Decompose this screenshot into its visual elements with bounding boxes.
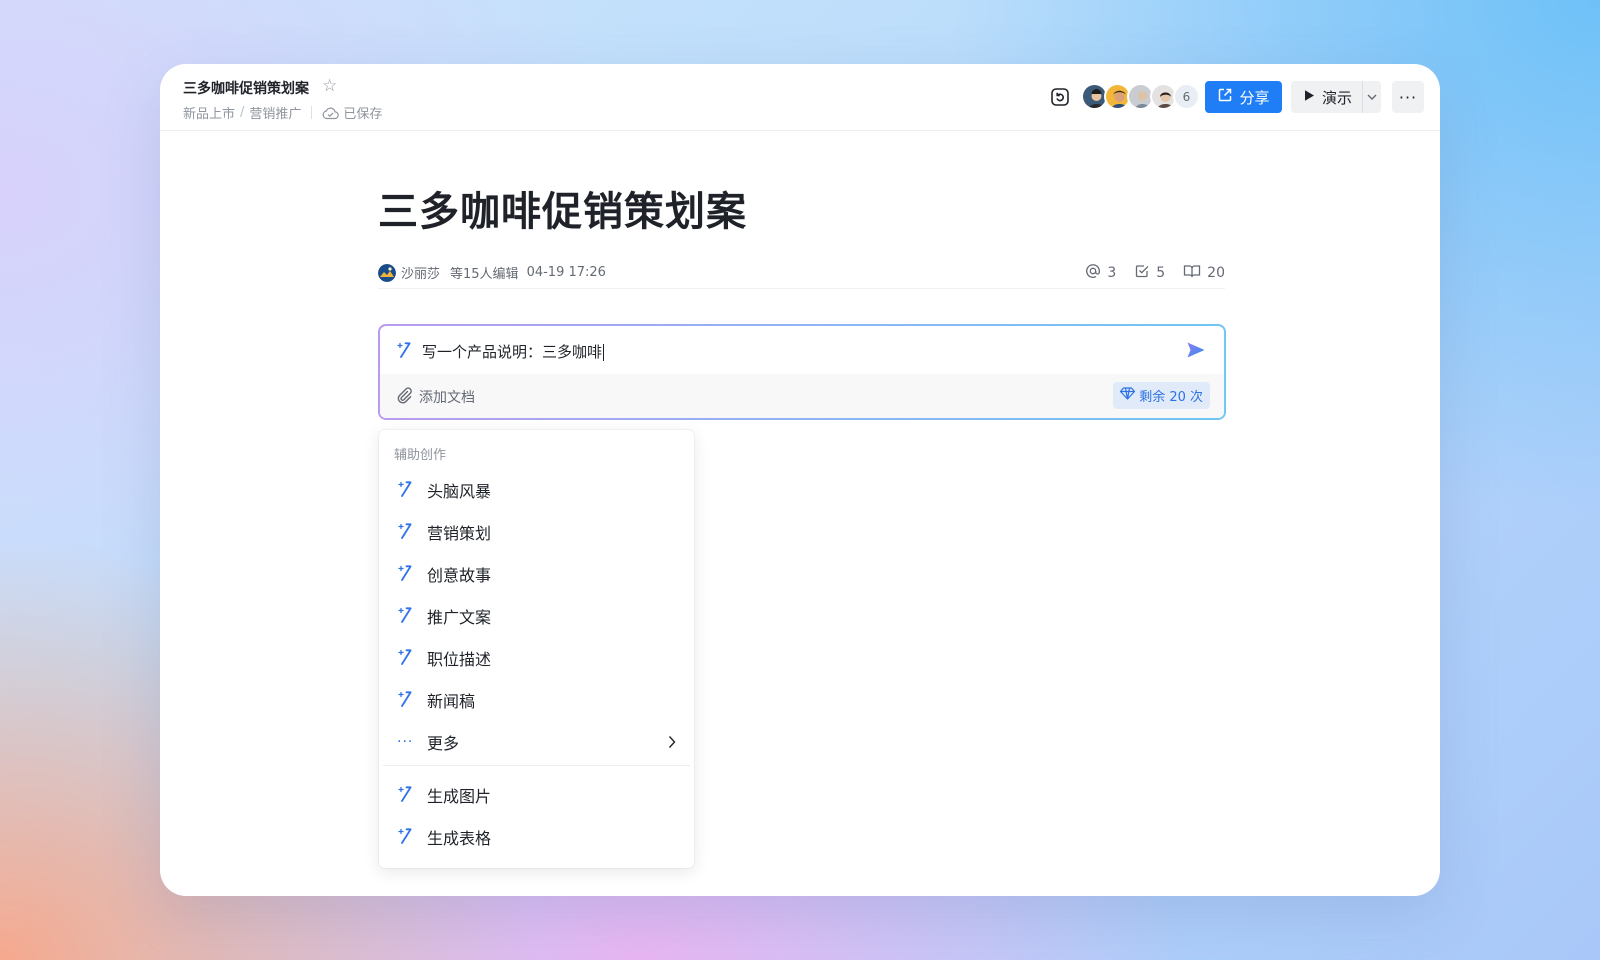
add-document-button[interactable]: 添加文档: [396, 386, 475, 408]
star-icon[interactable]: ☆: [322, 76, 337, 96]
breadcrumb: 新品上市 / 营销推广 已保存: [183, 103, 382, 122]
doc-title[interactable]: 三多咖啡促销策划案: [183, 78, 309, 98]
menu-divider: [383, 765, 690, 766]
breadcrumb-item-new-launch[interactable]: 新品上市: [183, 103, 235, 122]
add-document-label: 添加文档: [419, 390, 475, 406]
magic-wand-icon: [397, 826, 415, 848]
document-window: 三多咖啡促销策划案 ☆ 新品上市 / 营销推广 已保存 6 分享 演示 ··· …: [160, 64, 1440, 896]
cloud-check-icon: [322, 106, 340, 120]
menu-item-label: 推广文案: [427, 608, 492, 627]
checkbox-icon: [1134, 263, 1150, 283]
reads-count: 20: [1207, 265, 1225, 281]
breadcrumb-separator: /: [240, 105, 245, 120]
ai-prompt-footer: 添加文档 剩余 20 次: [380, 374, 1224, 418]
present-button-group: 演示: [1291, 81, 1381, 113]
reads-stat[interactable]: 20: [1183, 263, 1225, 283]
menu-item-generate-table[interactable]: 生成表格: [383, 817, 690, 857]
ai-assist-menu: 辅助创作 头脑风暴 营销策划 创意故事 推广文案 职位描述 新闻稿 ··· 更多: [379, 430, 694, 868]
play-icon: [1303, 88, 1315, 106]
tasks-stat[interactable]: 5: [1134, 263, 1165, 283]
author-avatar[interactable]: [378, 263, 396, 282]
diamond-icon: [1120, 387, 1136, 404]
menu-item-marketing-plan[interactable]: 营销策划: [383, 512, 690, 552]
menu-section-title: 辅助创作: [394, 448, 447, 463]
external-link-icon: [1217, 87, 1233, 107]
magic-wand-icon: [396, 340, 414, 362]
menu-item-more[interactable]: ··· 更多: [383, 722, 690, 762]
magic-wand-icon: [397, 605, 415, 627]
text-caret: [603, 343, 605, 361]
magic-wand-icon: [397, 479, 415, 501]
magic-wand-icon: [397, 521, 415, 543]
menu-item-promo-copy[interactable]: 推广文案: [383, 596, 690, 636]
menu-item-label: 生成表格: [427, 829, 492, 848]
menu-item-creative-story[interactable]: 创意故事: [383, 554, 690, 594]
mentions-stat[interactable]: 3: [1085, 263, 1116, 283]
at-icon: [1085, 263, 1101, 283]
menu-item-press-release[interactable]: 新闻稿: [383, 680, 690, 720]
ai-prompt-box: 写一个产品说明：三多咖啡 添加文档 剩余 20 次: [378, 324, 1226, 420]
menu-item-label: 职位描述: [427, 650, 492, 669]
menu-item-label: 营销策划: [427, 524, 492, 543]
share-button[interactable]: 分享: [1205, 81, 1282, 113]
edited-time: 04-19 17:26: [526, 265, 606, 280]
magic-wand-icon: [397, 784, 415, 806]
document-meta: 沙丽莎 等15人编辑 04-19 17:26 3 5 20: [378, 263, 1225, 289]
send-icon[interactable]: [1186, 341, 1206, 363]
quota-badge[interactable]: 剩余 20 次: [1113, 382, 1210, 409]
present-button[interactable]: 演示: [1291, 81, 1363, 113]
menu-item-label: 更多: [427, 734, 460, 753]
tasks-count: 5: [1156, 265, 1166, 281]
magic-wand-icon: [397, 563, 415, 585]
present-label: 演示: [1322, 88, 1353, 107]
top-bar: 三多咖啡促销策划案 ☆ 新品上市 / 营销推广 已保存 6 分享 演示 ···: [160, 64, 1440, 131]
menu-item-generate-image[interactable]: 生成图片: [383, 775, 690, 815]
menu-item-label: 头脑风暴: [427, 482, 492, 501]
menu-item-label: 创意故事: [427, 566, 492, 585]
paperclip-icon: [396, 386, 412, 408]
more-collaborators-count[interactable]: 6: [1173, 83, 1200, 110]
share-label: 分享: [1239, 88, 1270, 107]
magic-wand-icon: [397, 647, 415, 669]
editors-count[interactable]: 等15人编辑: [450, 263, 519, 282]
quota-label: 剩余 20 次: [1139, 390, 1203, 405]
breadcrumb-item-marketing[interactable]: 营销推广: [249, 103, 301, 122]
collaborator-avatars[interactable]: 6: [1081, 83, 1200, 110]
ellipsis-icon: ···: [1398, 87, 1418, 107]
book-icon: [1183, 263, 1201, 283]
magic-wand-icon: [397, 689, 415, 711]
mentions-count: 3: [1107, 265, 1117, 281]
chevron-down-icon[interactable]: [1363, 94, 1381, 100]
sync-icon[interactable]: [1049, 86, 1071, 108]
menu-item-label: 新闻稿: [427, 692, 476, 711]
menu-item-job-description[interactable]: 职位描述: [383, 638, 690, 678]
menu-item-brainstorm[interactable]: 头脑风暴: [383, 470, 690, 510]
author-name[interactable]: 沙丽莎: [401, 263, 440, 282]
more-options-button[interactable]: ···: [1392, 81, 1424, 113]
menu-item-label: 生成图片: [427, 787, 492, 806]
saved-status: 已保存: [343, 107, 383, 122]
divider: [311, 106, 313, 119]
ai-prompt-input[interactable]: 写一个产品说明：三多咖啡: [396, 340, 605, 362]
ai-prompt-text: 写一个产品说明：三多咖啡: [422, 342, 603, 361]
ellipsis-icon: ···: [397, 734, 414, 750]
chevron-right-icon: [668, 734, 676, 753]
page-title[interactable]: 三多咖啡促销策划案: [378, 179, 747, 237]
